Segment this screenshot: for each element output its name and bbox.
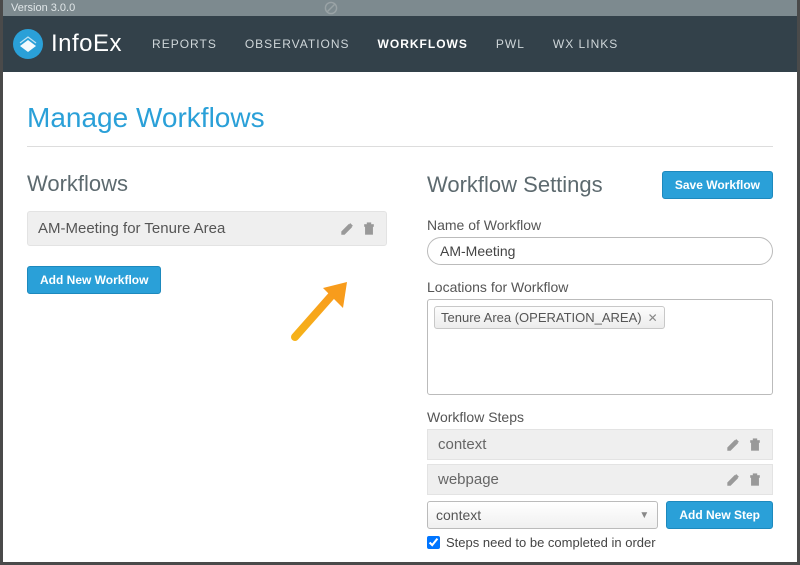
nav-item-reports[interactable]: REPORTS — [152, 37, 217, 51]
workflows-heading: Workflows — [27, 171, 387, 197]
step-row-label: webpage — [438, 471, 499, 488]
steps-label: Workflow Steps — [427, 409, 773, 425]
pencil-icon[interactable] — [726, 438, 740, 452]
add-step-button[interactable]: Add New Step — [666, 501, 773, 529]
step-select[interactable]: context ▼ — [427, 501, 658, 529]
chevron-down-icon: ▼ — [639, 510, 649, 521]
divider — [27, 146, 773, 147]
logo-text: InfoEx — [51, 30, 122, 58]
version-text: Version 3.0.0 — [11, 2, 75, 14]
location-chip[interactable]: Tenure Area (OPERATION_AREA) ✕ — [434, 306, 665, 329]
logo[interactable]: InfoEx — [13, 29, 122, 59]
pencil-icon[interactable] — [340, 222, 354, 236]
locations-label: Locations for Workflow — [427, 279, 773, 295]
trash-icon[interactable] — [748, 438, 762, 452]
locations-box[interactable]: Tenure Area (OPERATION_AREA) ✕ — [427, 299, 773, 395]
chip-label: Tenure Area (OPERATION_AREA) — [441, 310, 642, 325]
logo-icon — [13, 29, 43, 59]
nav-item-workflows[interactable]: WORKFLOWS — [378, 37, 468, 51]
step-row[interactable]: context — [427, 429, 773, 460]
order-checkbox[interactable] — [427, 536, 440, 549]
settings-heading: Workflow Settings — [427, 172, 603, 198]
stop-icon — [323, 0, 339, 16]
add-workflow-button[interactable]: Add New Workflow — [27, 266, 161, 294]
step-row-label: context — [438, 436, 486, 453]
close-icon[interactable]: ✕ — [648, 311, 658, 325]
step-select-value: context — [436, 507, 481, 523]
page-body: Manage Workflows Workflows AM-Meeting fo… — [3, 72, 797, 564]
order-checkbox-label: Steps need to be completed in order — [446, 535, 656, 550]
nav-item-wx-links[interactable]: WX LINKS — [553, 37, 618, 51]
top-nav: InfoEx REPORTS OBSERVATIONS WORKFLOWS PWL WX… — [3, 16, 797, 72]
step-row[interactable]: webpage — [427, 464, 773, 495]
pencil-icon[interactable] — [726, 473, 740, 487]
nav-items: REPORTS OBSERVATIONS WORKFLOWS PWL WX LINKS — [152, 37, 618, 51]
order-checkbox-row[interactable]: Steps need to be completed in order — [427, 535, 773, 550]
name-label: Name of Workflow — [427, 217, 773, 233]
page-title: Manage Workflows — [27, 102, 773, 134]
save-workflow-button[interactable]: Save Workflow — [662, 171, 773, 199]
workflow-name-input[interactable] — [427, 237, 773, 265]
nav-item-pwl[interactable]: PWL — [496, 37, 525, 51]
nav-item-observations[interactable]: OBSERVATIONS — [245, 37, 350, 51]
trash-icon[interactable] — [748, 473, 762, 487]
workflow-row-label: AM-Meeting for Tenure Area — [38, 220, 225, 237]
workflow-row[interactable]: AM-Meeting for Tenure Area — [27, 211, 387, 246]
version-bar: Version 3.0.0 — [3, 0, 797, 16]
trash-icon[interactable] — [362, 222, 376, 236]
